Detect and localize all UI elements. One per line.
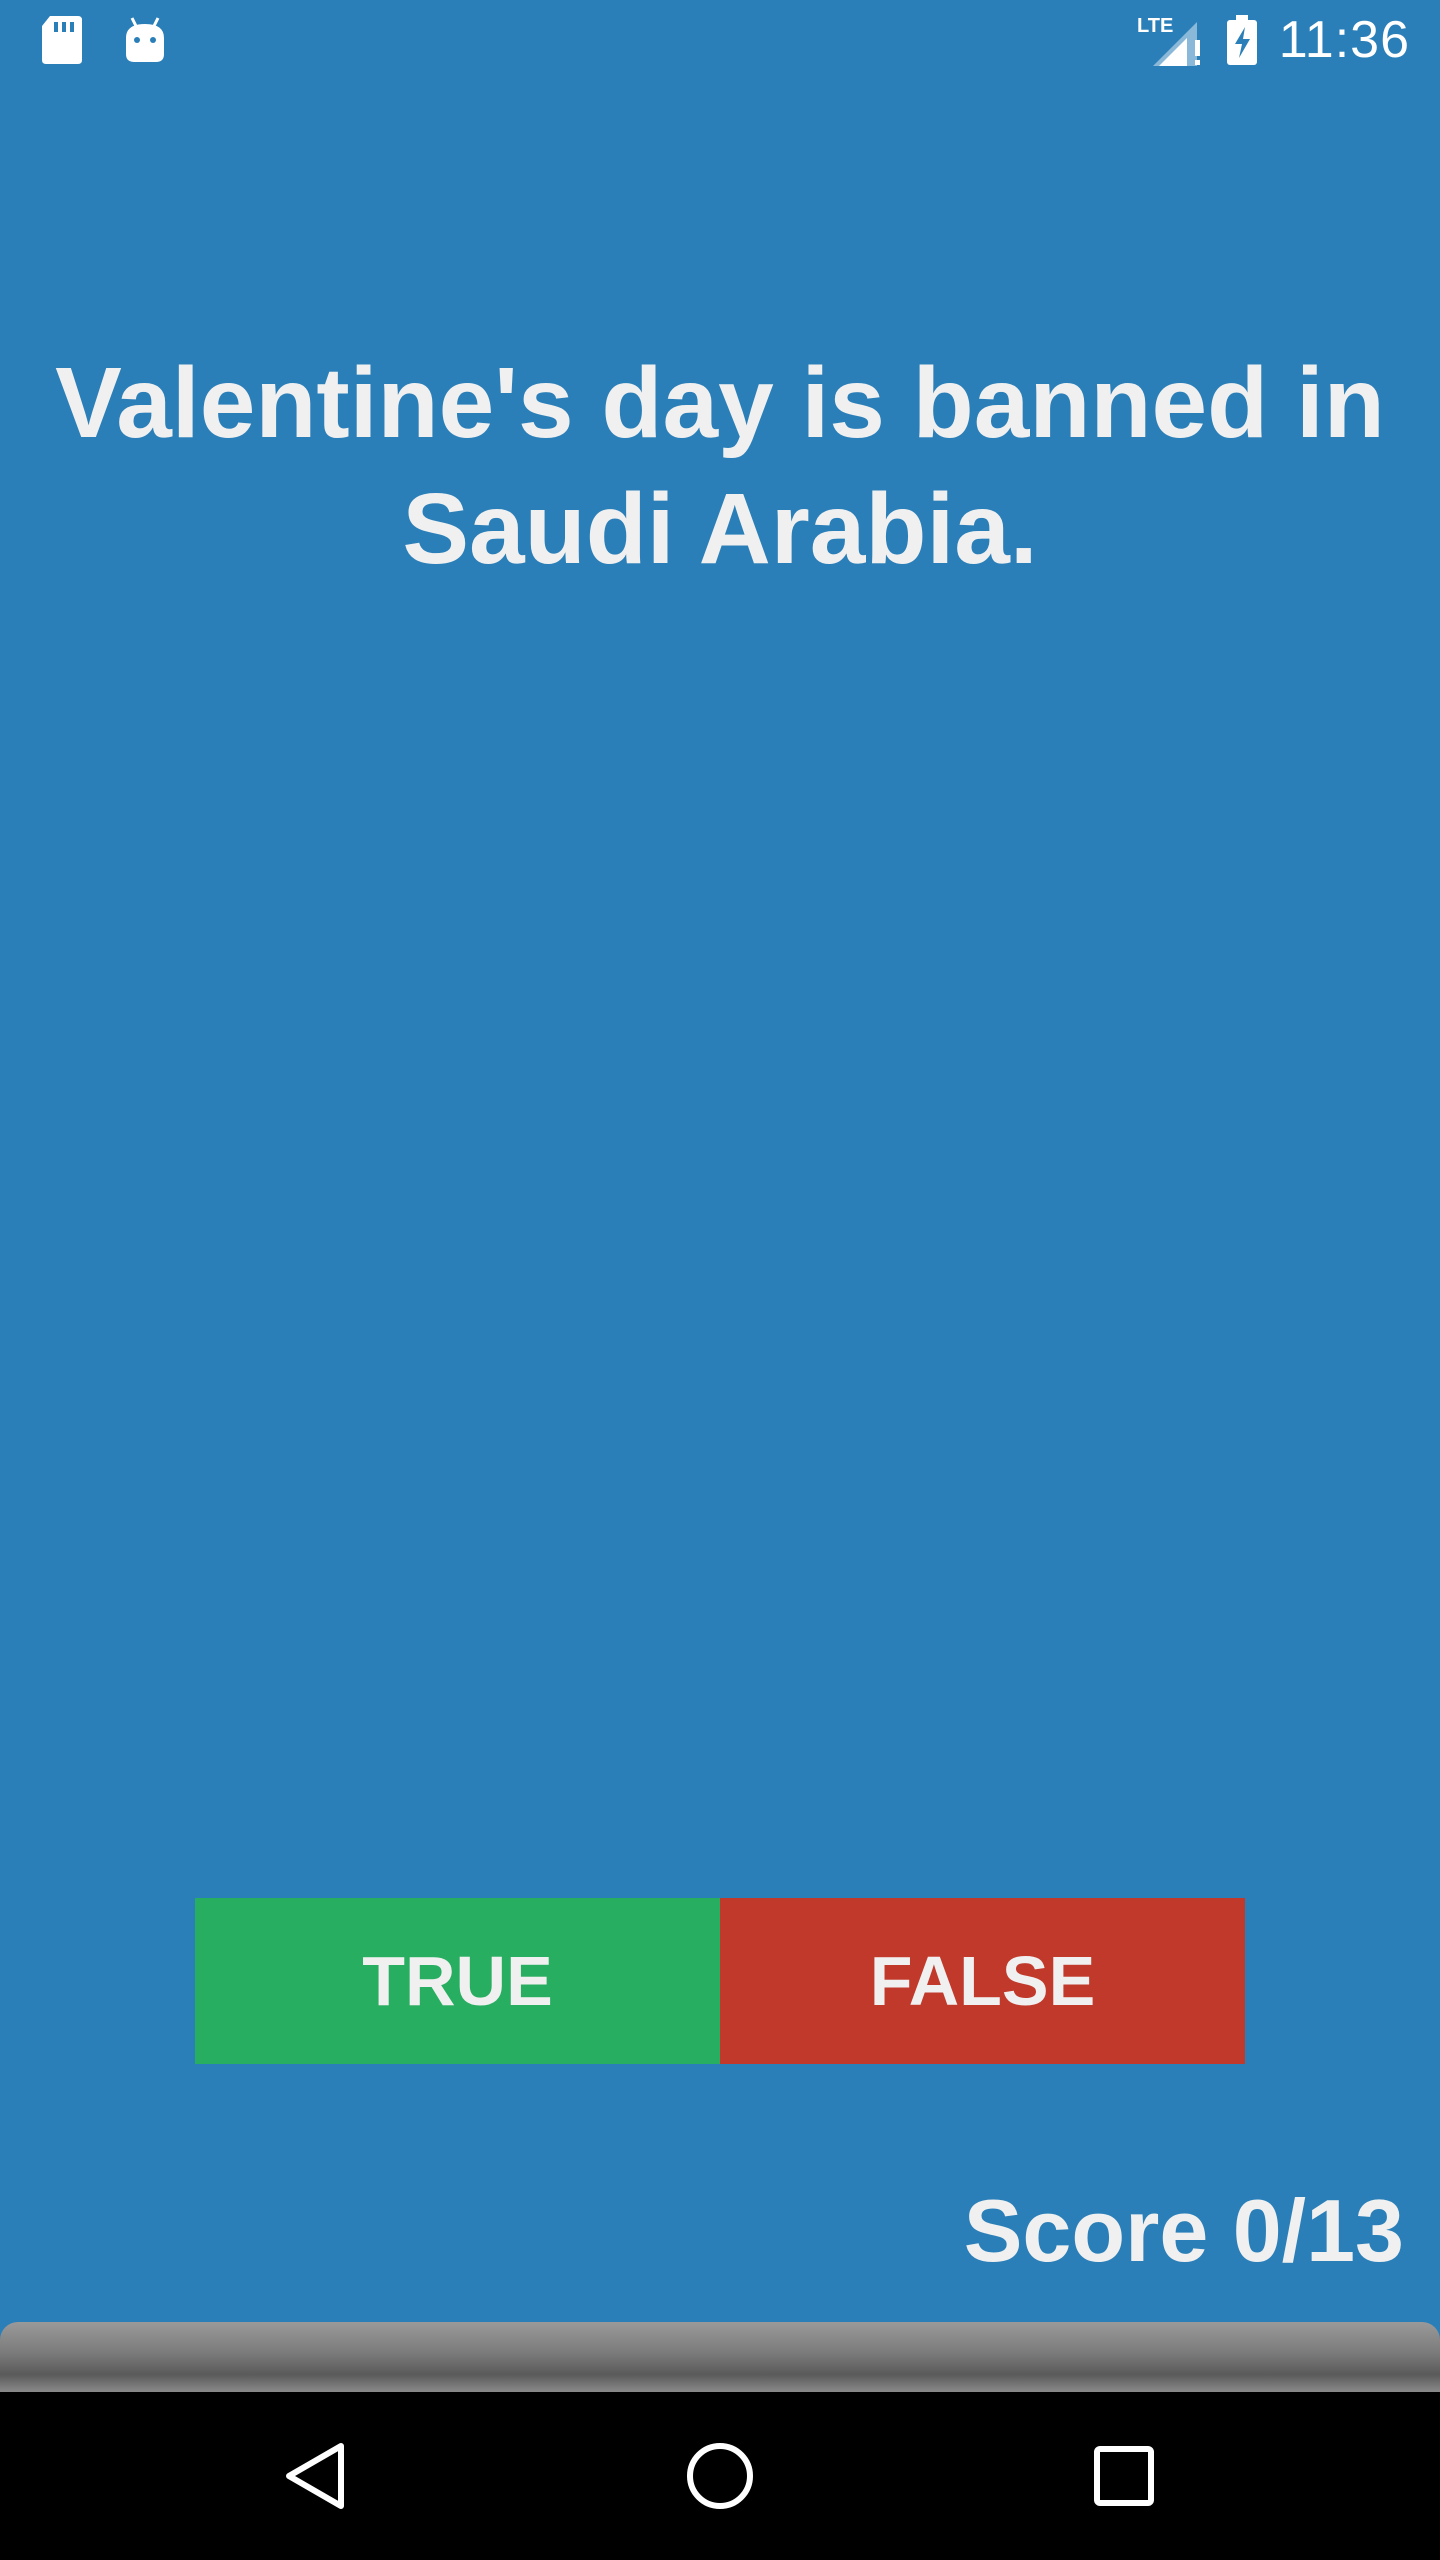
navigation-bar	[0, 2392, 1440, 2560]
network-label: LTE	[1137, 15, 1173, 37]
back-icon	[283, 2441, 349, 2511]
true-button[interactable]: TRUE	[195, 1898, 720, 2064]
lte-signal-icon: LTE	[1135, 10, 1205, 70]
status-time: 11:36	[1278, 11, 1410, 69]
progress-bar	[0, 2322, 1440, 2392]
home-button[interactable]	[680, 2436, 760, 2516]
question-text: Valentine's day is banned in Saudi Arabi…	[55, 347, 1385, 585]
back-button[interactable]	[276, 2436, 356, 2516]
battery-charging-icon	[1225, 13, 1259, 67]
sd-card-icon	[40, 14, 84, 66]
status-system: LTE 11:36	[1135, 10, 1410, 70]
home-icon	[685, 2441, 755, 2511]
false-button[interactable]: FALSE	[720, 1898, 1245, 2064]
android-icon	[122, 16, 168, 64]
recents-icon	[1093, 2445, 1155, 2507]
answer-buttons: TRUE FALSE	[195, 1898, 1245, 2064]
status-bar: LTE 11:36	[0, 0, 1440, 84]
recents-button[interactable]	[1084, 2436, 1164, 2516]
status-notifications	[40, 14, 168, 66]
score-label: Score 0/13	[963, 2181, 1404, 2280]
